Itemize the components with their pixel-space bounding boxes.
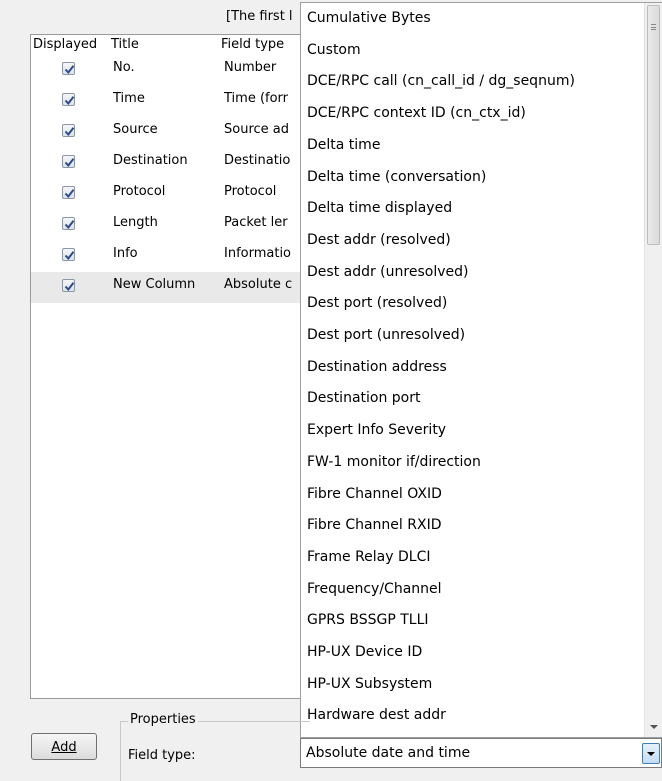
- row-title: Time: [113, 91, 145, 106]
- dropdown-option[interactable]: Delta time displayed: [301, 193, 645, 224]
- displayed-checkbox[interactable]: [62, 93, 75, 106]
- row-title: Destination: [113, 153, 188, 168]
- displayed-checkbox[interactable]: [62, 124, 75, 137]
- row-title: Protocol: [113, 184, 166, 199]
- displayed-checkbox[interactable]: [62, 62, 75, 75]
- row-title: Info: [113, 246, 138, 261]
- dropdown-option[interactable]: Delta time: [301, 130, 645, 161]
- check-icon: [64, 189, 75, 199]
- row-field-type: Number: [224, 60, 277, 75]
- table-row[interactable]: Destination Destinatio: [31, 148, 309, 179]
- dropdown-option[interactable]: HP-UX Subsystem: [301, 669, 645, 700]
- row-title: Length: [113, 215, 158, 230]
- columns-list[interactable]: Displayed Title Field type No. Number Time…: [30, 34, 310, 699]
- field-type-value: Absolute date and time: [306, 745, 471, 761]
- dropdown-option[interactable]: Hardware dest addr: [301, 700, 645, 731]
- table-row[interactable]: Protocol Protocol: [31, 179, 309, 210]
- row-field-type: Informatio: [224, 246, 292, 261]
- check-icon: [64, 158, 75, 168]
- check-icon: [64, 220, 75, 230]
- add-button-label: Add: [51, 740, 77, 755]
- table-row[interactable]: Source Source ad: [31, 117, 309, 148]
- row-field-type: Absolute c: [224, 277, 293, 292]
- dropdown-option[interactable]: Expert Info Severity: [301, 415, 645, 446]
- dropdown-option[interactable]: DCE/RPC call (cn_call_id / dg_seqnum): [301, 66, 645, 97]
- row-field-type: Destinatio: [224, 153, 291, 168]
- dropdown-option[interactable]: Frame Relay DLCI: [301, 542, 645, 573]
- column-header-displayed[interactable]: Displayed: [33, 37, 97, 52]
- properties-legend: Properties: [128, 712, 198, 727]
- dropdown-option[interactable]: Delta time (conversation): [301, 162, 645, 193]
- grip-icon: [651, 24, 656, 30]
- dropdown-option[interactable]: Fibre Channel OXID: [301, 479, 645, 510]
- dropdown-option[interactable]: DCE/RPC context ID (cn_ctx_id): [301, 98, 645, 129]
- add-button[interactable]: Add: [31, 733, 97, 760]
- check-icon: [64, 65, 75, 75]
- columns-list-header: Displayed Title Field type: [31, 35, 309, 55]
- check-icon: [64, 282, 75, 292]
- scrollbar-thumb[interactable]: [647, 5, 660, 245]
- chevron-down-icon[interactable]: [642, 743, 660, 764]
- table-row[interactable]: Time Time (forr: [31, 86, 309, 117]
- scroll-down-arrow-icon[interactable]: [650, 725, 658, 729]
- dropdown-option[interactable]: Fibre Channel RXID: [301, 510, 645, 541]
- column-header-title[interactable]: Title: [111, 37, 139, 52]
- table-row[interactable]: New Column Absolute c: [31, 272, 309, 303]
- dropdown-option[interactable]: HP-UX Device ID: [301, 637, 645, 668]
- row-field-type: Protocol: [224, 184, 277, 199]
- field-type-dropdown-list[interactable]: Cumulative Bytes Custom DCE/RPC call (cn_c…: [300, 2, 662, 738]
- dropdown-scrollbar[interactable]: [644, 3, 662, 737]
- dropdown-option[interactable]: Dest port (resolved): [301, 288, 645, 319]
- dropdown-option[interactable]: FW-1 monitor if/direction: [301, 447, 645, 478]
- table-row[interactable]: Length Packet ler: [31, 210, 309, 241]
- dropdown-option[interactable]: Dest port (unresolved): [301, 320, 645, 351]
- row-field-type: Packet ler: [224, 215, 288, 230]
- table-row[interactable]: Info Informatio: [31, 241, 309, 272]
- displayed-checkbox[interactable]: [62, 155, 75, 168]
- table-row[interactable]: No. Number: [31, 55, 309, 86]
- field-type-label: Field type:: [128, 748, 196, 763]
- displayed-checkbox[interactable]: [62, 279, 75, 292]
- dropdown-option[interactable]: Frequency/Channel: [301, 574, 645, 605]
- row-title: New Column: [113, 277, 196, 292]
- row-field-type: Source ad: [224, 122, 289, 137]
- check-icon: [64, 251, 75, 261]
- header-note: [The first l: [226, 9, 293, 24]
- dropdown-option[interactable]: Destination address: [301, 352, 645, 383]
- row-field-type: Time (forr: [224, 91, 289, 106]
- row-title: No.: [113, 60, 135, 75]
- row-title: Source: [113, 122, 158, 137]
- dropdown-option[interactable]: GPRS BSSGP TLLI: [301, 605, 645, 636]
- column-header-field-type[interactable]: Field type: [221, 37, 284, 52]
- check-icon: [64, 96, 75, 106]
- displayed-checkbox[interactable]: [62, 217, 75, 230]
- displayed-checkbox[interactable]: [62, 248, 75, 261]
- dropdown-option[interactable]: Custom: [301, 35, 645, 66]
- field-type-combobox[interactable]: Absolute date and time: [300, 738, 662, 768]
- displayed-checkbox[interactable]: [62, 186, 75, 199]
- dropdown-option[interactable]: Dest addr (resolved): [301, 225, 645, 256]
- dropdown-option[interactable]: Destination port: [301, 383, 645, 414]
- dropdown-option[interactable]: Dest addr (unresolved): [301, 257, 645, 288]
- check-icon: [64, 127, 75, 137]
- dropdown-option[interactable]: Cumulative Bytes: [301, 3, 645, 34]
